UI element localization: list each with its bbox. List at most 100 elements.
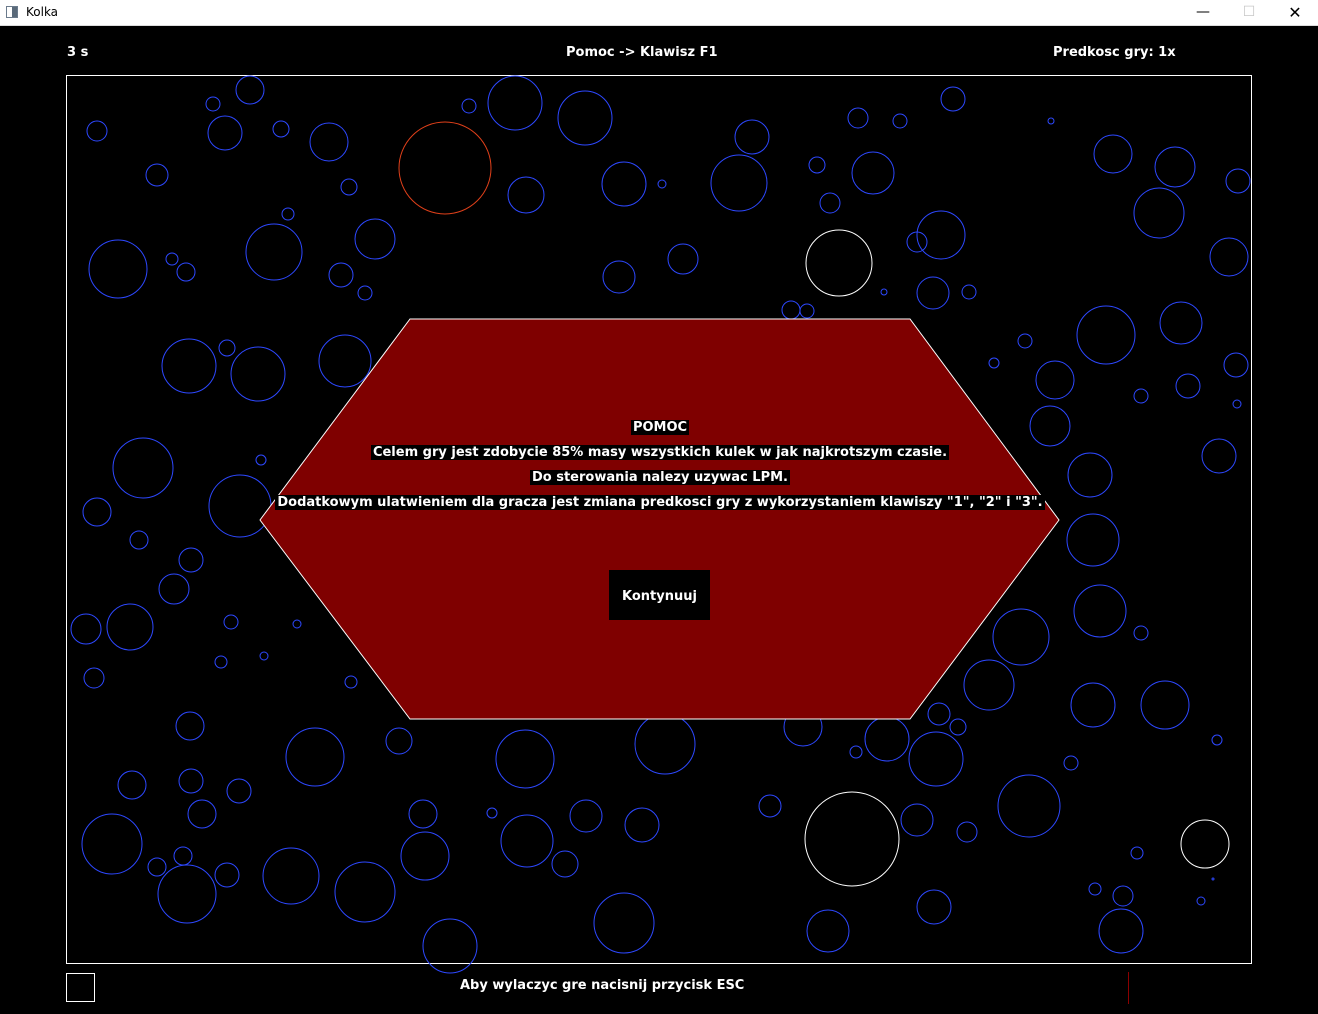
enemy-ball [1063, 755, 1079, 771]
neutral-ball [805, 229, 873, 297]
enemy-ball [385, 727, 413, 755]
enemy-ball [178, 547, 204, 573]
enemy-ball [1211, 877, 1215, 881]
enemy-ball [106, 603, 154, 651]
enemy-ball [900, 803, 934, 837]
exit-hint-text: Aby wylaczyc gre nacisnij przycisk ESC [460, 978, 745, 993]
enemy-ball [657, 179, 667, 189]
enemy-ball [1225, 168, 1251, 194]
enemy-ball [245, 223, 303, 281]
enemy-ball [495, 729, 555, 789]
enemy-ball [847, 107, 869, 129]
window-title: Kolka [26, 5, 59, 19]
maximize-button[interactable]: ☐ [1226, 0, 1272, 25]
enemy-ball [285, 727, 345, 787]
enemy-ball [357, 285, 373, 301]
enemy-ball [88, 239, 148, 299]
enemy-ball [1133, 187, 1185, 239]
enemy-ball [1047, 117, 1055, 125]
enemy-ball [557, 90, 613, 146]
enemy-ball [218, 339, 236, 357]
enemy-ball [205, 96, 221, 112]
enemy-ball [1209, 237, 1249, 277]
enemy-ball [806, 909, 850, 953]
enemy-ball [758, 794, 782, 818]
enemy-ball [1175, 373, 1201, 399]
enemy-ball [624, 807, 660, 843]
enemy-ball [1088, 882, 1102, 896]
enemy-ball [176, 262, 196, 282]
enemy-ball [223, 614, 239, 630]
enemy-ball [175, 711, 205, 741]
enemy-ball [602, 260, 636, 294]
enemy-ball [1098, 908, 1144, 954]
enemy-ball [1070, 682, 1116, 728]
neutral-ball [1180, 819, 1230, 869]
progress-marker [1128, 972, 1129, 1004]
enemy-ball [849, 745, 863, 759]
help-line-1-text: Celem gry jest zdobycie 85% masy wszystk… [370, 445, 950, 460]
enemy-ball [808, 156, 826, 174]
help-line-3-text: Dodatkowym ulatwieniem dla gracza jest z… [275, 495, 1045, 510]
enemy-ball [634, 713, 696, 775]
enemy-ball [1196, 896, 1206, 906]
enemy-ball [1076, 305, 1136, 365]
enemy-ball [214, 862, 240, 888]
help-title-text: POMOC [630, 420, 690, 435]
title-bar[interactable]: Kolka — ☐ ✕ [0, 0, 1318, 26]
enemy-ball [916, 889, 952, 925]
enemy-ball [799, 303, 815, 319]
help-line-2-text: Do sterowania nalezy uzywac LPM. [529, 470, 790, 485]
enemy-ball [422, 918, 478, 974]
enemy-ball [1130, 846, 1144, 860]
help-title: POMOC [260, 420, 1060, 435]
enemy-ball [158, 573, 190, 605]
enemy-ball [710, 154, 768, 212]
enemy-ball [1154, 146, 1196, 188]
help-line-3: Dodatkowym ulatwieniem dla gracza jest z… [260, 495, 1060, 510]
enemy-ball [1223, 352, 1249, 378]
minimize-button[interactable]: — [1180, 0, 1226, 25]
game-window: Kolka — ☐ ✕ 3 s Pomoc -> Klawisz F1 Pred… [0, 0, 1318, 1014]
enemy-ball [551, 850, 579, 878]
enemy-ball [178, 768, 204, 794]
help-line-1: Celem gry jest zdobycie 85% masy wszystk… [260, 445, 1060, 460]
enemy-ball [147, 857, 167, 877]
enemy-ball [1211, 734, 1223, 746]
enemy-ball [507, 176, 545, 214]
enemy-ball [949, 718, 967, 736]
continue-button[interactable]: Kontynuuj [609, 570, 710, 620]
enemy-ball [328, 262, 354, 288]
enemy-ball [961, 284, 977, 300]
enemy-ball [569, 799, 603, 833]
enemy-ball [1232, 399, 1242, 409]
enemy-ball [1073, 584, 1127, 638]
enemy-ball [892, 113, 908, 129]
enemy-ball [593, 892, 655, 954]
enemy-ball [309, 122, 349, 162]
enemy-ball [400, 831, 450, 881]
enemy-ball [112, 437, 174, 499]
enemy-ball [940, 86, 966, 112]
neutral-ball [804, 791, 900, 887]
enemy-ball [157, 864, 217, 924]
enemy-ball [916, 276, 950, 310]
enemy-ball [461, 98, 477, 114]
enemy-ball [129, 530, 149, 550]
enemy-ball [1159, 301, 1203, 345]
enemy-ball [997, 774, 1061, 838]
app-icon [6, 6, 18, 18]
enemy-ball [354, 218, 396, 260]
enemy-ball [226, 778, 252, 804]
enemy-ball [117, 770, 147, 800]
enemy-ball [86, 120, 108, 142]
enemy-ball [214, 655, 228, 669]
close-button[interactable]: ✕ [1272, 0, 1318, 25]
enemy-ball [1067, 452, 1113, 498]
enemy-ball [334, 861, 396, 923]
enemy-ball [281, 207, 295, 221]
enemy-ball [235, 75, 265, 105]
enemy-ball [173, 846, 193, 866]
enemy-ball [500, 814, 554, 868]
enemy-ball [486, 807, 498, 819]
